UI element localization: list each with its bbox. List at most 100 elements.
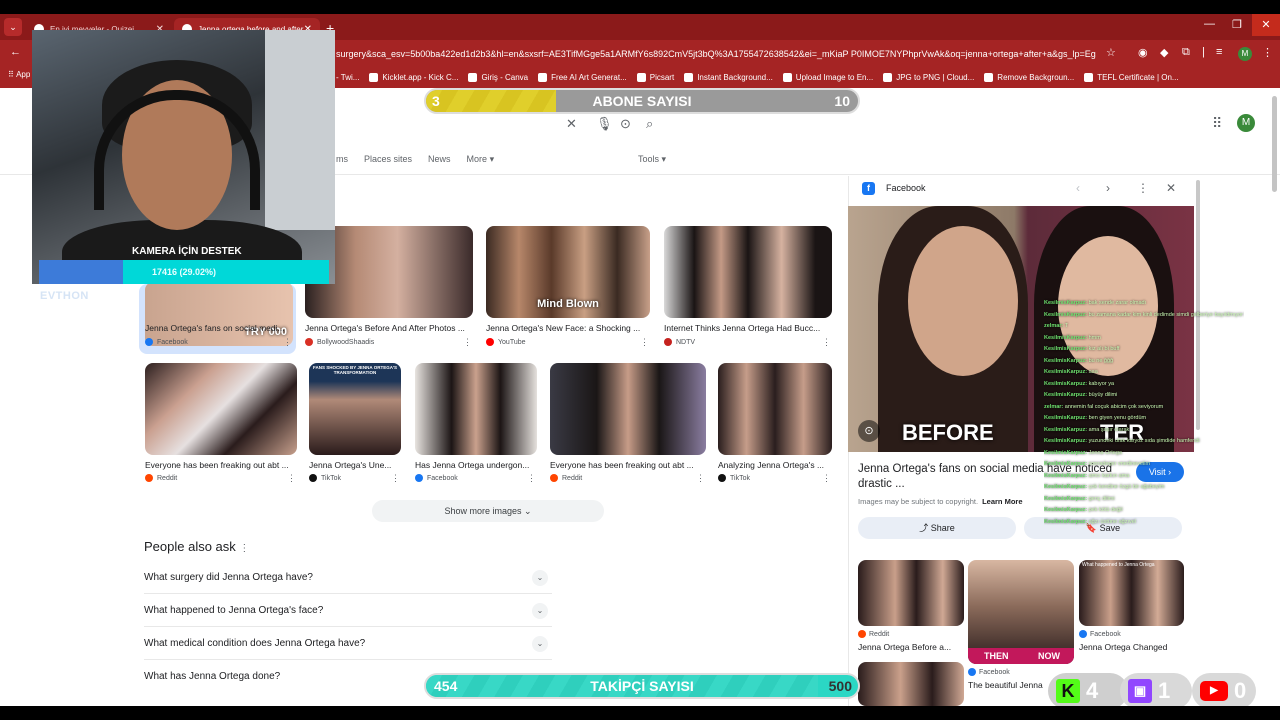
paa-question[interactable]: What happened to Jenna Ortega's face? ⌄ (144, 594, 552, 627)
related-source[interactable]: Facebook (968, 668, 1010, 676)
bookmark-item[interactable]: TEFL Certificate | On... (1084, 72, 1179, 82)
image-thumbnail[interactable]: Mind Blown (486, 226, 650, 318)
image-source[interactable]: Reddit (550, 474, 582, 482)
bookmark-item[interactable]: Instant Background... (684, 72, 773, 82)
bookmark-item[interactable]: Kicklet.app - Kick C... (369, 72, 458, 82)
paa-question[interactable]: What medical condition does Jenna Ortega… (144, 627, 552, 660)
related-caption[interactable]: The beautiful Jenna (968, 680, 1043, 690)
share-button[interactable]: ⤴ Share (858, 517, 1016, 539)
page-scrollbar[interactable] (1272, 96, 1277, 192)
bookmark-item[interactable]: JPG to PNG | Cloud... (883, 72, 974, 82)
related-thumbnail[interactable] (858, 662, 964, 706)
search-icon[interactable]: ⌕ (646, 116, 653, 132)
image-source[interactable]: TikTok (718, 474, 750, 482)
minimize-button[interactable]: — (1204, 18, 1215, 30)
bookmark-star-icon[interactable]: ☆ (1106, 46, 1116, 59)
google-apps-icon[interactable]: ⠿ (1212, 115, 1222, 132)
image-source[interactable]: TikTok (309, 474, 341, 482)
related-source[interactable]: Reddit (858, 630, 889, 638)
extensions-puzzle-icon[interactable]: ⧉ (1182, 46, 1190, 59)
filter-tab[interactable]: ms (336, 154, 348, 165)
image-source[interactable]: YouTube (486, 338, 526, 346)
image-caption[interactable]: Jenna Ortega's fans on social medi... (145, 323, 293, 333)
more-options-icon[interactable]: ⋮ (283, 337, 292, 348)
tools-button[interactable]: Tools ▾ (638, 154, 666, 165)
learn-more-link[interactable]: Learn More (982, 497, 1022, 506)
image-source[interactable]: Facebook (415, 474, 458, 482)
extension-icon[interactable]: ◉ (1138, 46, 1148, 59)
lens-search-icon[interactable]: ⊙ (858, 420, 880, 442)
image-thumbnail[interactable] (415, 363, 537, 455)
image-caption[interactable]: Jenna Ortega's Une... (309, 460, 401, 470)
close-window-button[interactable]: ✕ (1252, 14, 1280, 36)
previous-icon[interactable]: ‹ (1076, 181, 1080, 195)
image-thumbnail[interactable] (664, 226, 832, 318)
bookmark-item[interactable]: Free AI Art Generat... (538, 72, 627, 82)
image-caption[interactable]: Jenna Ortega's Before And After Photos .… (305, 323, 473, 333)
more-options-icon[interactable]: ⋮ (287, 473, 296, 484)
more-options-icon[interactable]: ⋮ (822, 473, 831, 484)
image-result[interactable]: Everyone has been freaking out abt ... R… (550, 363, 706, 487)
image-thumbnail[interactable] (145, 363, 297, 455)
related-thumbnail[interactable]: THEN NOW (968, 560, 1074, 664)
image-thumbnail[interactable] (550, 363, 706, 455)
image-result[interactable]: Everyone has been freaking out abt ... R… (145, 363, 297, 487)
preview-source[interactable]: Facebook (886, 183, 926, 193)
related-caption[interactable]: Jenna Ortega Before a... (858, 642, 951, 652)
related-thumbnail[interactable]: What happened to Jenna Ortega (1079, 560, 1184, 626)
extension-icon[interactable]: ◆ (1160, 46, 1168, 59)
maximize-button[interactable]: ❐ (1232, 18, 1242, 31)
address-bar-url[interactable]: surgery&sca_esv=5b00ba422ed1d2b3&hl=en&s… (336, 45, 1096, 63)
image-source[interactable]: Facebook (145, 338, 188, 346)
filter-tab[interactable]: Places sites (364, 154, 412, 165)
related-image[interactable] (858, 662, 964, 706)
clear-search-icon[interactable]: ✕ (566, 116, 577, 132)
media-controls-icon[interactable]: ≡ (1216, 46, 1222, 58)
apps-bookmark[interactable]: ⠿ App (8, 70, 30, 79)
microphone-icon[interactable]: 🎙 (596, 116, 613, 132)
image-caption[interactable]: Everyone has been freaking out abt ... (550, 460, 696, 470)
more-options-icon[interactable]: ⋮ (527, 473, 536, 484)
related-source[interactable]: Facebook (1079, 630, 1121, 638)
show-more-images-button[interactable]: Show more images ⌄ (372, 500, 604, 522)
image-result[interactable]: Analyzing Jenna Ortega's ... TikTok ⋮ (718, 363, 832, 487)
google-account-avatar[interactable]: M (1237, 114, 1255, 132)
lens-icon[interactable]: ⊙ (620, 116, 631, 132)
image-result[interactable]: Internet Thinks Jenna Ortega Had Bucc...… (664, 226, 832, 350)
related-image[interactable]: THEN NOW (968, 560, 1074, 666)
image-result[interactable]: Has Jenna Ortega undergon... Facebook ⋮ (415, 363, 537, 487)
bookmark-item[interactable]: Picsart (636, 72, 674, 82)
next-icon[interactable]: › (1106, 181, 1110, 195)
related-thumbnail[interactable] (858, 560, 964, 626)
bookmark-item[interactable]: - Twi... (336, 73, 359, 82)
image-caption[interactable]: Analyzing Jenna Ortega's ... (718, 460, 832, 470)
more-options-icon[interactable]: ⋮ (1137, 181, 1149, 195)
more-options-icon[interactable]: ⋮ (640, 337, 649, 348)
image-source[interactable]: BollywoodShaadis (305, 338, 374, 346)
browser-menu-icon[interactable]: ⋮ (1262, 46, 1273, 59)
image-thumbnail[interactable] (718, 363, 832, 455)
related-image[interactable]: Reddit Jenna Ortega Before a... (858, 560, 964, 660)
filter-tab[interactable]: News (428, 154, 451, 165)
bookmark-item[interactable]: Giriş - Canva (468, 72, 528, 82)
image-caption[interactable]: Everyone has been freaking out abt ... (145, 460, 297, 470)
more-options-icon[interactable]: ⋮ (822, 337, 831, 348)
profile-avatar[interactable]: M (1238, 47, 1252, 61)
filter-more[interactable]: More ▾ (467, 154, 495, 165)
tab-search-button[interactable]: ⌄ (4, 18, 22, 36)
image-source[interactable]: NDTV (664, 338, 695, 346)
bookmark-item[interactable]: Remove Backgroun... (984, 72, 1074, 82)
close-icon[interactable]: ✕ (1166, 181, 1176, 195)
image-source[interactable]: Reddit (145, 474, 177, 482)
image-thumbnail[interactable]: TRY 000 (145, 282, 293, 346)
image-thumbnail[interactable]: FANS SHOCKED BY JENNA ORTEGA'S TRANSFORM… (309, 363, 401, 455)
paa-question[interactable]: What surgery did Jenna Ortega have? ⌄ (144, 561, 552, 594)
more-options-icon[interactable]: ⋮ (696, 473, 705, 484)
related-caption[interactable]: Jenna Ortega Changed (1079, 642, 1167, 652)
image-result[interactable]: FANS SHOCKED BY JENNA ORTEGA'S TRANSFORM… (309, 363, 401, 487)
more-options-icon[interactable]: ⋮ (463, 337, 472, 348)
image-result[interactable]: Mind Blown Jenna Ortega's New Face: a Sh… (486, 226, 650, 350)
image-caption[interactable]: Internet Thinks Jenna Ortega Had Bucc... (664, 323, 832, 333)
more-options-icon[interactable]: ⋮ (391, 473, 400, 484)
image-caption[interactable]: Has Jenna Ortega undergon... (415, 460, 537, 470)
